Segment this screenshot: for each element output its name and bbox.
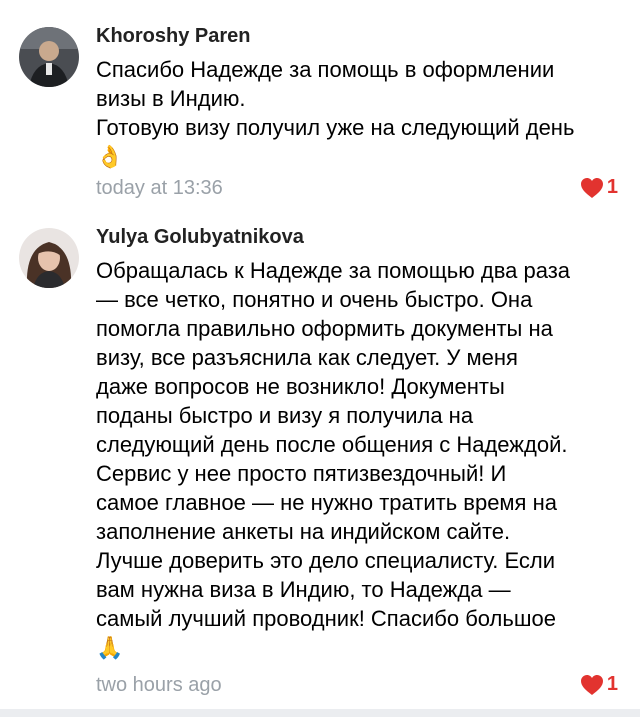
comment-text-line: самый лучший проводник! Спасибо большое: [96, 606, 556, 631]
avatar[interactable]: [19, 228, 79, 288]
comment-text-line: вам нужна виза в Индию, то Надежда —: [96, 577, 511, 602]
comment-text-line: Лучше доверить это дело специалисту. Есл…: [96, 548, 556, 573]
comment: Khoroshy Paren Спасибо Надежде за помощь…: [0, 0, 640, 215]
comment-timestamp[interactable]: two hours ago: [96, 674, 222, 697]
comment-text-line: визу, все разъяснила как следует. У меня: [96, 345, 518, 370]
folded-hands-emoji: 🙏: [96, 635, 124, 660]
comment-text-line: следующий день после общения с Надеждой.: [96, 432, 568, 457]
comment: Yulya Golubyatnikova Обращалась к Надежд…: [0, 215, 640, 709]
bottom-divider: [0, 709, 640, 717]
like-button[interactable]: 1: [580, 673, 618, 696]
comment-text-line: визы в Индию.: [96, 86, 246, 111]
comment-timestamp[interactable]: today at 13:36: [96, 177, 223, 200]
comment-text-line: помогла правильно оформить документы на: [96, 316, 553, 341]
comment-text-line: Готовую визу получил уже на следующий де…: [96, 115, 575, 140]
comment-author[interactable]: Khoroshy Paren: [96, 25, 250, 48]
comment-text-line: Обращалась к Надежде за помощью два раза: [96, 258, 571, 283]
comment-text-line: Сервис у нее просто пятизвездочный! И: [96, 461, 507, 486]
comment-text-line: заполнение анкеты на индийском сайте.: [96, 519, 511, 544]
comment-text: Спасибо Надежде за помощь в оформлении в…: [96, 55, 626, 171]
like-button[interactable]: 1: [580, 176, 618, 199]
comment-text-line: Спасибо Надежде за помощь в оформлении: [96, 57, 555, 82]
heart-icon: [580, 177, 603, 198]
heart-icon: [580, 674, 603, 695]
ok-hand-emoji: 👌: [96, 144, 124, 169]
comment-text-line: поданы быстро и визу я получила на: [96, 403, 474, 428]
comment-text-line: — все четко, понятно и очень быстро. Она: [96, 287, 533, 312]
comment-text: Обращалась к Надежде за помощью два раза…: [96, 256, 626, 662]
like-count: 1: [606, 673, 618, 695]
like-count: 1: [606, 176, 618, 198]
avatar[interactable]: [19, 27, 79, 87]
comment-author[interactable]: Yulya Golubyatnikova: [96, 226, 304, 249]
comment-text-line: самое главное — не нужно тратить время н…: [96, 490, 557, 515]
comment-text-line: даже вопросов не возникло! Документы: [96, 374, 505, 399]
